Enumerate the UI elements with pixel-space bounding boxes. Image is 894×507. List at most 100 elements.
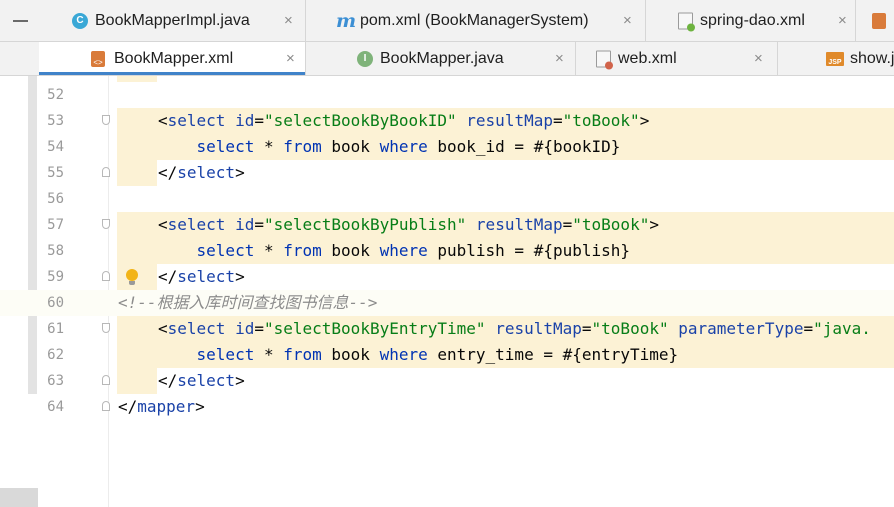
tab-label: BookMapper.java <box>380 49 504 67</box>
tab-show-jsp[interactable]: JSP show.j <box>778 42 894 75</box>
code-token: = <box>254 111 264 130</box>
tab-label: web.xml <box>618 49 677 67</box>
code-token: > <box>649 215 659 234</box>
tag-name: select <box>177 371 236 390</box>
code-line[interactable]: 63 </select> <box>0 368 894 394</box>
code-token: = <box>803 319 814 338</box>
code-line[interactable]: 58 select * from book where publish = #{… <box>0 238 894 264</box>
code-line[interactable]: 61 <select id="selectBookByEntryTime" res… <box>0 316 894 342</box>
tool-window-toggle[interactable] <box>0 0 39 41</box>
sql-keyword: select <box>196 241 255 260</box>
sql-keyword: where <box>379 345 428 364</box>
code-line[interactable]: 57 <select id="selectBookByPublish" resul… <box>0 212 894 238</box>
tab-overflow[interactable] <box>856 0 894 41</box>
code-token: > <box>235 371 245 390</box>
attribute-value: "selectBookByBookID" <box>263 111 457 130</box>
code-token: < <box>158 111 168 130</box>
close-icon[interactable]: × <box>754 50 763 67</box>
tab-pom-xml[interactable]: m pom.xml (BookManagerSystem) × <box>306 0 646 41</box>
attribute-name: resultMap <box>495 319 582 338</box>
code-line[interactable]: 56 <box>0 186 894 212</box>
code-line[interactable]: 64 </mapper> <box>0 394 894 420</box>
code-text: select * from book where publish = #{pub… <box>158 238 631 264</box>
tab-label: BookMapper.xml <box>114 49 234 67</box>
attribute-value: "toBook" <box>591 319 669 338</box>
attribute-value: "toBook" <box>572 215 650 234</box>
attribute-value: "selectBookByPublish" <box>263 215 467 234</box>
line-number: 60 <box>47 295 64 311</box>
code-token: </ <box>118 397 138 416</box>
fold-marker-icon[interactable] <box>102 219 110 229</box>
fold-marker-icon[interactable] <box>102 167 110 177</box>
code-token: = <box>254 319 264 338</box>
code-line[interactable]: 60 <!--根据入库时间查找图书信息--> <box>0 290 894 316</box>
line-number: 54 <box>47 139 64 155</box>
code-line[interactable]: 53 <select id="selectBookByBookID" result… <box>0 108 894 134</box>
xml-icon <box>872 12 886 29</box>
code-token: < <box>158 215 168 234</box>
tag-name: select <box>167 215 226 234</box>
code-token: > <box>235 267 245 286</box>
fold-marker-icon[interactable] <box>102 375 110 385</box>
code-text: <select id="selectBookByPublish" resultM… <box>158 212 659 238</box>
lightbulb-icon[interactable] <box>126 269 138 285</box>
code-text: </mapper> <box>118 394 205 420</box>
minimize-icon[interactable] <box>13 20 28 22</box>
code-text: </select> <box>158 264 245 290</box>
fold-marker-icon[interactable] <box>102 401 110 411</box>
line-number: 61 <box>47 321 64 337</box>
code-token: * <box>254 345 284 364</box>
line-number: 59 <box>47 269 64 285</box>
tab-spring-dao-xml[interactable]: spring-dao.xml × <box>646 0 856 41</box>
close-icon[interactable]: × <box>555 50 564 67</box>
sql-keyword: select <box>196 345 255 364</box>
code-line[interactable]: 54 select * from book where book_id = #{… <box>0 134 894 160</box>
code-line[interactable]: 52 <box>0 82 894 108</box>
close-icon[interactable]: × <box>286 50 295 67</box>
attribute-name: parameterType <box>678 319 804 338</box>
code-line[interactable]: 59 </select> <box>0 264 894 290</box>
code-line[interactable]: 55 </select> <box>0 160 894 186</box>
line-number: 53 <box>47 113 64 129</box>
code-token: > <box>195 397 205 416</box>
code-token: </ <box>158 371 178 390</box>
code-token: </ <box>158 267 178 286</box>
close-icon[interactable]: × <box>623 12 632 29</box>
tab-bookmapper-xml[interactable]: <> BookMapper.xml × <box>39 42 306 75</box>
line-number: 57 <box>47 217 64 233</box>
mybatis-xml-icon: <> <box>91 50 105 67</box>
code-token: = <box>562 215 573 234</box>
maven-icon: m <box>336 9 357 32</box>
code-text: <!--根据入库时间查找图书信息--> <box>118 290 377 316</box>
line-number: 58 <box>47 243 64 259</box>
tab-web-xml[interactable]: web.xml × <box>576 42 778 75</box>
tab-bookmapper-java[interactable]: I BookMapper.java × <box>306 42 576 75</box>
code-text: <select id="selectBookByBookID" resultMa… <box>158 108 649 134</box>
tab-label: spring-dao.xml <box>700 11 805 29</box>
code-text: <select id="selectBookByEntryTime" resul… <box>158 316 871 342</box>
sql-keyword: where <box>379 241 428 260</box>
fold-marker-icon[interactable] <box>102 323 110 333</box>
code-token: < <box>158 319 168 338</box>
code-token: </ <box>158 163 178 182</box>
code-line[interactable]: 62 select * from book where entry_time =… <box>0 342 894 368</box>
web-xml-icon <box>596 50 613 69</box>
code-token: * <box>254 137 284 156</box>
attribute-name: id <box>235 215 255 234</box>
close-icon[interactable]: × <box>838 12 847 29</box>
fold-marker-icon[interactable] <box>102 115 110 125</box>
fold-marker-icon[interactable] <box>102 271 110 281</box>
code-text: select * from book where book_id = #{boo… <box>158 134 621 160</box>
close-icon[interactable]: × <box>284 12 293 29</box>
code-token: = <box>581 319 592 338</box>
attribute-name: id <box>235 319 255 338</box>
tab-label: show.j <box>850 49 894 67</box>
tag-name: select <box>177 163 236 182</box>
code-token: entry_time = #{entryTime} <box>427 345 679 364</box>
tab-bookmapperimpl-java[interactable]: C BookMapperImpl.java × <box>39 0 306 41</box>
